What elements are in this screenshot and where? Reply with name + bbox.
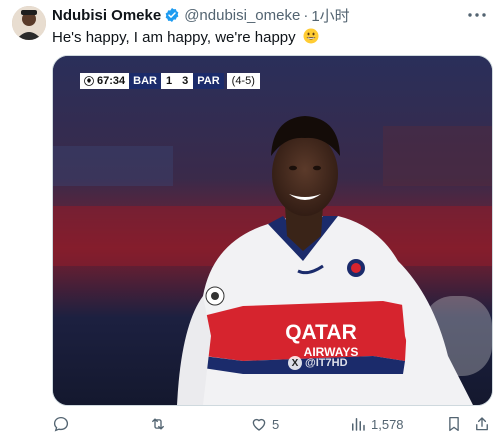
- match-clock-text: 67:34: [97, 75, 126, 87]
- retweet-icon: [152, 418, 164, 430]
- home-team: BAR: [129, 73, 161, 89]
- views-count: 1,578: [371, 416, 404, 432]
- bookmark-icon: [449, 416, 459, 432]
- champions-league-ball-icon: [84, 76, 94, 86]
- reply-icon: [53, 416, 69, 432]
- like-count: 5: [272, 416, 280, 432]
- avatar[interactable]: [12, 6, 46, 40]
- home-score: 1: [160, 73, 178, 89]
- jersey-text-layer: QATAR AIRWAYS: [285, 321, 358, 359]
- x-logo-icon: X: [288, 356, 302, 370]
- tweet-actions: 5 1,578: [52, 414, 488, 434]
- watermark: X @IT7HD: [288, 354, 348, 372]
- timestamp[interactable]: 1小时: [311, 5, 349, 26]
- retweet-button[interactable]: [149, 414, 171, 434]
- watermark-text: @IT7HD: [305, 357, 348, 369]
- tweet-text-content: He's happy, I am happy, we're happy: [52, 29, 296, 46]
- tweet-header: Ndubisi Omeke @ndubisi_omeke · 1小时: [52, 5, 350, 26]
- heart-icon: [252, 418, 266, 431]
- author-name[interactable]: Ndubisi Omeke: [52, 7, 161, 24]
- aggregate-score: (4-5): [226, 73, 260, 89]
- reply-button[interactable]: [52, 414, 74, 434]
- like-button[interactable]: 5: [250, 414, 279, 434]
- author-handle[interactable]: @ndubisi_omeke: [184, 7, 300, 24]
- separator-dot: ·: [303, 6, 309, 24]
- scorebug: 67:34 BAR 1 3 PAR (4-5): [80, 73, 260, 89]
- bookmark-button[interactable]: [445, 414, 463, 434]
- share-button[interactable]: [473, 414, 491, 434]
- away-score: 3: [177, 73, 194, 89]
- tweet[interactable]: Ndubisi Omeke @ndubisi_omeke · 1小时 He's …: [0, 0, 500, 440]
- more-options-icon[interactable]: [466, 6, 488, 24]
- tweet-media-image[interactable]: QATAR AIRWAYS 67:34 BAR 1 3 PAR (4-5) X …: [52, 55, 493, 406]
- match-clock: 67:34: [80, 73, 130, 89]
- jersey-text-line1: QATAR: [285, 321, 357, 344]
- views-icon: [352, 418, 365, 431]
- grinning-face-emoji-icon: [303, 28, 319, 44]
- tweet-text: He's happy, I am happy, we're happy: [52, 28, 319, 48]
- share-icon: [476, 417, 488, 431]
- views-button[interactable]: 1,578: [349, 414, 404, 434]
- away-team: PAR: [193, 73, 224, 89]
- verified-badge-icon: [164, 7, 180, 23]
